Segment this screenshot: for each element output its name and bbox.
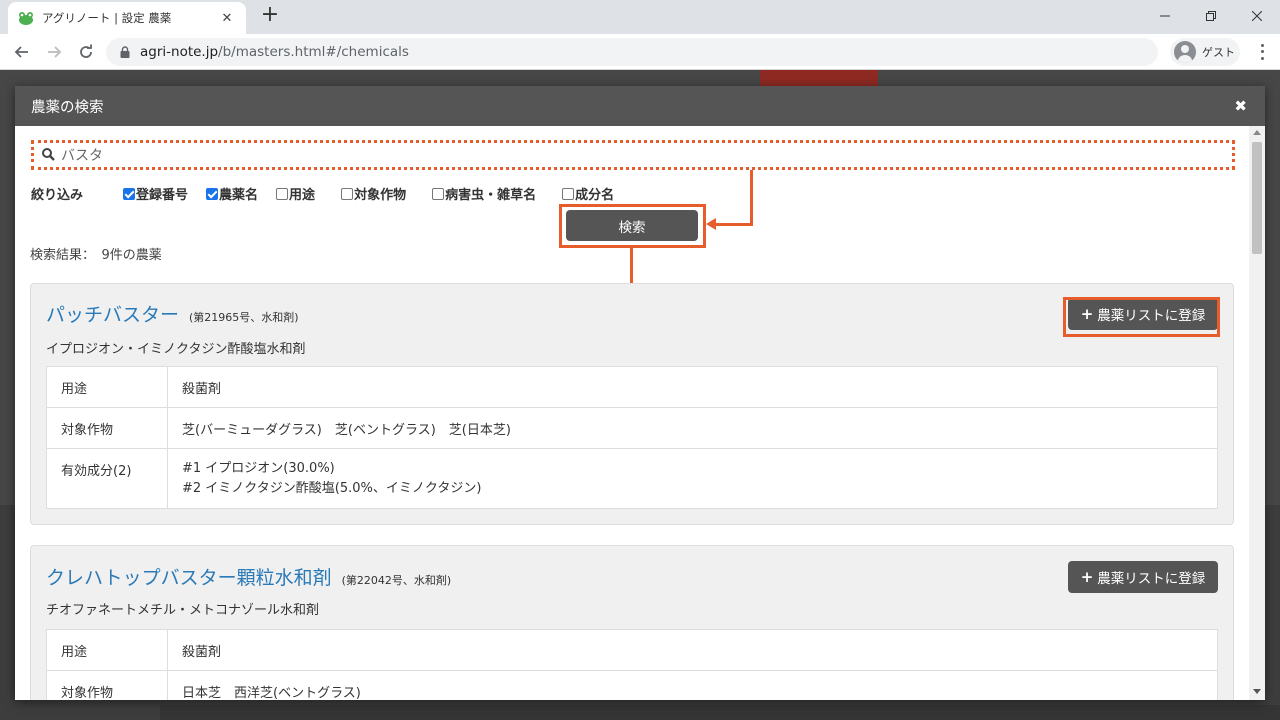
registration-info: (第21965号、水和剤) [189, 311, 299, 324]
app-footer-area [160, 705, 1280, 720]
table-value: 殺菌剤 [167, 629, 1218, 671]
result-count: 検索結果： 9件の農薬 [30, 248, 162, 263]
search-button[interactable]: 検索 [566, 210, 698, 241]
filter-registration-number[interactable]: 登録番号 [123, 184, 188, 203]
ingredient-line: #1 イプロジオン(30.0%) [182, 460, 335, 476]
forward-icon[interactable] [42, 40, 66, 64]
filter-text: 用途 [289, 188, 316, 203]
plus-icon: + [1080, 568, 1094, 586]
scroll-down-icon[interactable] [1253, 689, 1261, 694]
result-card: パッチバスター (第21965号、水和剤) イプロジオン・イミノクタジン酢酸塩水和… [30, 283, 1234, 525]
table-row: 対象作物 芝(バーミューダグラス) 芝(ベントグラス) 芝(日本芝) [46, 407, 1218, 449]
result-card: クレハトップバスター顆粒水和剤 (第22042号、水和剤) チオファネートメチル・… [30, 545, 1234, 700]
filter-text: 登録番号 [136, 188, 189, 203]
browser-tab[interactable]: アグリノート | 設定 農薬 ✕ [8, 2, 246, 34]
table-key: 対象作物 [46, 407, 168, 449]
filter-label: 絞り込み [31, 188, 84, 203]
table-value: 芝(バーミューダグラス) 芝(ベントグラス) 芝(日本芝) [167, 407, 1218, 449]
table-row: 用途 殺菌剤 [46, 366, 1218, 408]
omnibox[interactable]: agri-note.jp/b/masters.html#/chemicals [106, 38, 1158, 66]
filter-text: 成分名 [575, 188, 615, 203]
chemical-info-table: 用途 殺菌剤 対象作物 日本芝 西洋芝(ベントグラス) [46, 629, 1218, 700]
window-close-icon[interactable] [1234, 0, 1280, 32]
modal-body: 絞り込み 登録番号 農薬名 用途 対象作物 病害虫・雑草名 成分名 検索 検索結… [15, 126, 1249, 700]
ingredient-line: #2 イミノクタジン酢酸塩(5.0%、イミノクタジン) [182, 480, 482, 496]
url-text: agri-note.jp/b/masters.html#/chemicals [140, 44, 409, 60]
checkbox[interactable] [432, 187, 445, 200]
lock-icon [120, 43, 130, 62]
app-header-accent [760, 70, 878, 86]
filter-text: 農薬名 [219, 188, 259, 203]
chemical-name-link[interactable]: クレハトップバスター顆粒水和剤 (第22042号、水和剤) [46, 563, 451, 590]
chemical-name[interactable]: パッチバスター [46, 304, 179, 326]
button-label: 農薬リストに登録 [1097, 571, 1206, 587]
arrowhead-icon [706, 218, 716, 230]
browser-tabbar: アグリノート | 設定 農薬 ✕ + [0, 0, 1280, 34]
profile-label: ゲスト [1202, 46, 1235, 59]
url-path: /b/masters.html#/chemicals [218, 44, 409, 60]
restore-icon[interactable] [1188, 0, 1234, 32]
checkbox[interactable] [341, 187, 354, 200]
checkbox[interactable] [562, 187, 575, 200]
table-key: 用途 [46, 366, 168, 408]
chemical-info-table: 用途 殺菌剤 対象作物 芝(バーミューダグラス) 芝(ベントグラス) 芝(日本芝) … [46, 366, 1218, 509]
avatar-icon [1174, 41, 1196, 63]
table-key: 用途 [46, 629, 168, 671]
add-button-highlight [1063, 297, 1220, 337]
modal-header: 農薬の検索 ✖ [15, 86, 1265, 126]
browser-menu-icon[interactable] [1252, 42, 1272, 62]
minimize-icon[interactable] [1142, 0, 1188, 32]
table-key: 有効成分(2) [46, 448, 168, 509]
reload-icon[interactable] [74, 40, 98, 64]
annotation-arrow [715, 223, 753, 226]
formulation-text: イプロジオン・イミノクタジン酢酸塩水和剤 [46, 342, 306, 357]
checkbox-checked[interactable] [206, 187, 219, 200]
registration-info: (第22042号、水和剤) [341, 574, 452, 587]
add-to-chemical-list-button[interactable]: + 農薬リストに登録 [1068, 561, 1218, 593]
tab-close-icon[interactable]: ✕ [218, 11, 236, 26]
table-row: 用途 殺菌剤 [46, 629, 1218, 671]
checkbox-checked[interactable] [123, 187, 136, 200]
table-row: 対象作物 日本芝 西洋芝(ベントグラス) [46, 670, 1218, 700]
search-field[interactable] [31, 140, 1235, 170]
filter-ingredient[interactable]: 成分名 [562, 184, 614, 203]
table-value: #1 イプロジオン(30.0%) #2 イミノクタジン酢酸塩(5.0%、イミノクタ… [167, 448, 1218, 509]
search-input[interactable] [61, 147, 961, 163]
chemical-name-link[interactable]: パッチバスター (第21965号、水和剤) [46, 300, 299, 327]
filter-usage[interactable]: 用途 [276, 184, 315, 203]
modal-scrollbar[interactable] [1249, 126, 1265, 700]
table-value: 日本芝 西洋芝(ベントグラス) [167, 670, 1218, 700]
modal-close-icon[interactable]: ✖ [1234, 97, 1247, 115]
back-icon[interactable] [10, 40, 34, 64]
profile-button[interactable]: ゲスト [1170, 38, 1240, 66]
filter-row: 絞り込み 登録番号 農薬名 用途 対象作物 病害虫・雑草名 成分名 [31, 184, 632, 203]
formulation-text: チオファネートメチル・メトコナゾール水和剤 [46, 603, 320, 618]
table-row: 有効成分(2) #1 イプロジオン(30.0%) #2 イミノクタジン酢酸塩(5.0… [46, 448, 1218, 509]
filter-chemical-name[interactable]: 農薬名 [206, 184, 258, 203]
chemical-name[interactable]: クレハトップバスター顆粒水和剤 [46, 567, 332, 589]
table-value: 殺菌剤 [167, 366, 1218, 408]
checkbox[interactable] [276, 187, 289, 200]
modal-title: 農薬の検索 [31, 99, 104, 116]
url-host: agri-note.jp [140, 44, 219, 60]
search-icon [42, 146, 55, 165]
scroll-thumb[interactable] [1252, 142, 1262, 254]
annotation-arrow [750, 170, 753, 226]
chemical-search-modal: 農薬の検索 ✖ 絞り込み 登録番号 農薬名 用途 対象作物 病害虫・雑草名 成分… [15, 86, 1265, 700]
address-toolbar: agri-note.jp/b/masters.html#/chemicals ゲ… [0, 34, 1280, 70]
filter-text: 対象作物 [354, 188, 407, 203]
filter-text: 病害虫・雑草名 [445, 188, 537, 203]
table-key: 対象作物 [46, 670, 168, 700]
new-tab-icon[interactable]: + [258, 4, 282, 28]
filter-pest-weed[interactable]: 病害虫・雑草名 [432, 184, 536, 203]
filter-target-crop[interactable]: 対象作物 [341, 184, 406, 203]
frog-favicon-icon [18, 10, 34, 26]
scroll-up-icon[interactable] [1253, 130, 1261, 135]
tab-title: アグリノート | 設定 農薬 [42, 11, 172, 25]
